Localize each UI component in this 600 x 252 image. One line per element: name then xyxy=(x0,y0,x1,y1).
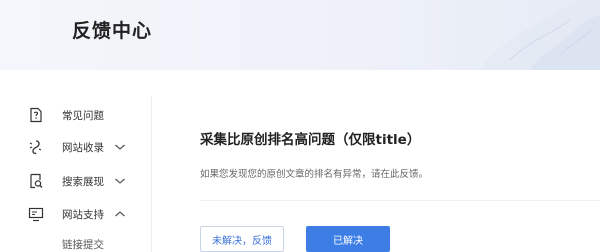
sidebar-item-label: 网站支持 xyxy=(62,209,104,221)
sidebar-item-site-support[interactable]: 网站支持 xyxy=(0,203,152,225)
header-decoration xyxy=(480,0,600,70)
page-title: 反馈中心 xyxy=(72,20,153,42)
sidebar-item-label: 网站收录 xyxy=(62,142,104,154)
chevron-down-icon xyxy=(115,144,125,150)
question-title: 采集比原创排名高问题（仅限title） xyxy=(200,132,421,148)
sidebar-item-label: 常见问题 xyxy=(62,110,104,122)
header-banner: 反馈中心 xyxy=(0,0,600,70)
chevron-up-icon xyxy=(115,211,125,217)
question-description: 如果您发现您的原创文章的排名有异常，请在此反馈。 xyxy=(200,169,429,180)
spider-icon xyxy=(28,139,44,155)
unsolved-feedback-button[interactable]: 未解决，反馈 xyxy=(200,226,284,252)
solved-button[interactable]: 已解决 xyxy=(306,226,390,252)
sidebar-item-label: 搜索展现 xyxy=(62,176,104,188)
monitor-icon xyxy=(28,206,44,222)
question-doc-icon xyxy=(28,107,44,123)
sidebar: 常见问题 网站收录 搜索展现 网站支持 链接提交 xyxy=(0,96,152,252)
divider xyxy=(200,200,600,201)
sidebar-item-search-display[interactable]: 搜索展现 xyxy=(0,170,152,192)
sidebar-subitem-link-submit[interactable]: 链接提交 xyxy=(62,237,104,252)
main-content: 采集比原创排名高问题（仅限title） 如果您发现您的原创文章的排名有异常，请在… xyxy=(153,96,600,252)
search-doc-icon xyxy=(28,173,44,189)
sidebar-item-site-indexing[interactable]: 网站收录 xyxy=(0,136,152,158)
sidebar-item-faq[interactable]: 常见问题 xyxy=(0,104,152,126)
chevron-down-icon xyxy=(115,178,125,184)
feedback-center-page: 反馈中心 常见问题 网站收录 搜索展现 网站支持 链接提交 采集比原创排名高问题… xyxy=(0,0,600,252)
